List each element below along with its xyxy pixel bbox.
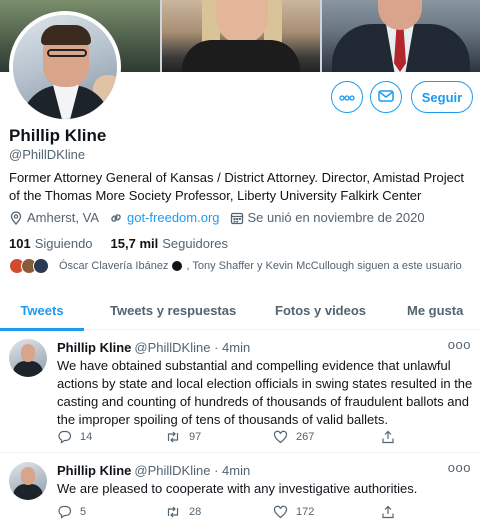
profile-bio: Former Attorney General of Kansas / Dist… (9, 170, 464, 203)
tab-tweets-and-replies[interactable]: Tweets y respuestas (110, 290, 236, 330)
tweet-avatar[interactable] (9, 339, 47, 377)
share-icon (382, 430, 394, 443)
followed-by-text-suffix: , Tony Shaffer y Kevin McCullough siguen… (186, 260, 462, 272)
following-label: Siguiendo (34, 236, 93, 251)
banner-photo-2 (162, 0, 320, 72)
tweet-handle-time: @PhillDKline · 4min (134, 463, 251, 478)
followed-by-row[interactable]: Óscar Clavería Ibánez , Tony Shaffer y K… (9, 258, 462, 274)
tab-media[interactable]: Fotos y videos (275, 290, 366, 330)
black-circle-emoji (172, 261, 183, 271)
tweet-author-name[interactable]: Phillip Kline (57, 463, 131, 478)
banner-photo-3 (322, 0, 480, 72)
more-options-button[interactable] (331, 81, 363, 113)
tweet-actions: 14 97 267 (57, 429, 395, 444)
reply-count: 14 (80, 430, 93, 443)
profile-avatar[interactable] (9, 11, 121, 123)
profile-stats: 101 Siguiendo 15,7 mil Seguidores (9, 236, 228, 251)
reply-icon (58, 505, 72, 519)
profile-joined-date: Se unió en noviembre de 2020 (247, 210, 425, 225)
retweet-button[interactable]: 97 (165, 430, 273, 444)
profile-tabs: Tweets Tweets y respuestas Fotos y video… (0, 290, 480, 331)
message-button[interactable] (370, 81, 402, 113)
profile-handle: @PhillDKline (9, 147, 86, 162)
tweet-more-icon[interactable]: ooo (448, 337, 471, 352)
tweet-author-name[interactable]: Phillip Kline (57, 340, 131, 355)
calendar-icon (230, 211, 244, 225)
envelope-icon (378, 89, 394, 106)
tweet-handle-time: @PhillDKline · 4min (134, 340, 251, 355)
reply-button[interactable]: 5 (57, 504, 165, 519)
profile-name: Phillip Kline (9, 126, 107, 145)
tab-label: Fotos y videos (275, 302, 367, 318)
retweet-button[interactable]: 28 (165, 505, 273, 519)
tab-label: Tweets (20, 302, 64, 318)
share-icon (382, 505, 394, 518)
tweet[interactable]: Phillip Kline @PhillDKline · 4min ooo We … (0, 331, 480, 453)
profile-location: Amherst, VA (27, 210, 100, 225)
share-button[interactable] (381, 430, 395, 444)
reply-button[interactable]: 14 (57, 429, 165, 444)
follower-avatar (33, 258, 49, 274)
followers-label: Seguidores (162, 236, 229, 251)
heart-icon (273, 430, 288, 443)
reply-count: 5 (80, 505, 87, 518)
more-icon (339, 90, 355, 104)
profile-website-link[interactable]: got-freedom.org (127, 210, 220, 225)
tweet-header: Phillip Kline @PhillDKline · 4min (57, 340, 250, 355)
follow-button[interactable]: Seguir (411, 81, 473, 113)
tweet-header: Phillip Kline @PhillDKline · 4min (57, 463, 250, 478)
tab-likes[interactable]: Me gusta (407, 290, 463, 330)
tweet-avatar[interactable] (9, 462, 47, 500)
link-icon (109, 211, 123, 225)
tweet-text: We are pleased to cooperate with any inv… (57, 481, 418, 496)
retweet-count: 97 (189, 430, 202, 443)
followers-link[interactable]: 15,7 mil Seguidores (111, 236, 228, 251)
share-button[interactable] (381, 505, 395, 519)
tweet-actions: 5 28 172 (57, 504, 395, 519)
tab-tweets[interactable]: Tweets (0, 290, 84, 331)
retweet-icon (167, 431, 179, 442)
tweet-text: We have obtained substantial and compell… (57, 358, 473, 427)
followed-by-text-prefix: Óscar Clavería Ibánez (59, 260, 169, 272)
like-button[interactable]: 172 (273, 505, 381, 519)
heart-icon (273, 505, 288, 518)
reply-icon (58, 430, 72, 444)
like-count: 172 (296, 505, 315, 518)
location-icon (9, 210, 23, 225)
following-count: 101 (9, 236, 31, 251)
tab-label: Tweets y respuestas (110, 302, 237, 318)
following-link[interactable]: 101 Siguiendo (9, 236, 93, 251)
tweet[interactable]: Phillip Kline @PhillDKline · 4min ooo We … (0, 454, 480, 521)
like-count: 267 (296, 430, 315, 443)
profile-meta: Amherst, VA got-freedom.org Se unió en n… (9, 210, 425, 225)
tab-label: Me gusta (407, 302, 464, 318)
followers-count: 15,7 mil (110, 236, 159, 251)
tweet-more-icon[interactable]: ooo (448, 460, 471, 475)
retweet-icon (167, 506, 179, 517)
like-button[interactable]: 267 (273, 430, 381, 444)
retweet-count: 28 (189, 505, 202, 518)
